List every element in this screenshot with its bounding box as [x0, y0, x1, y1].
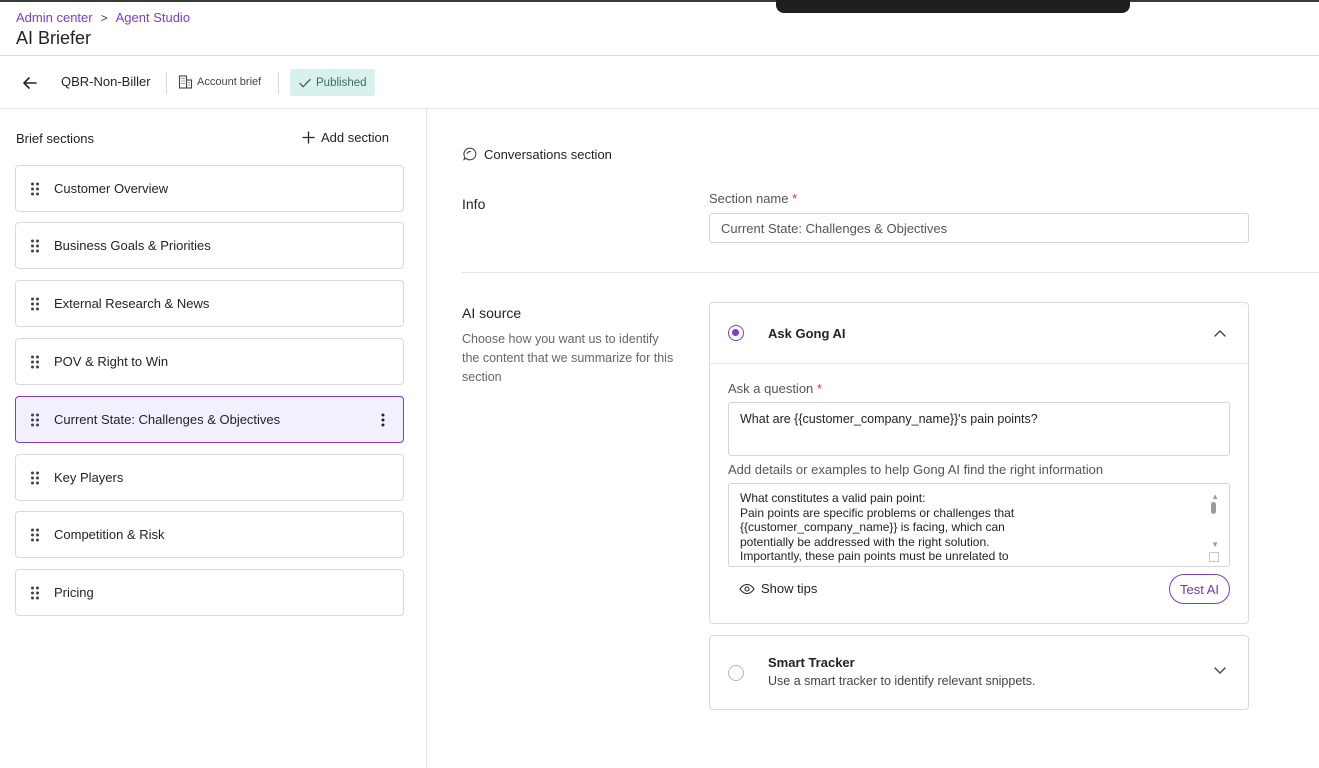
divider [462, 272, 1319, 273]
smart-tracker-description: Use a smart tracker to identify relevant… [768, 674, 1036, 688]
section-name-input[interactable] [709, 213, 1249, 243]
section-item-current-state[interactable]: Current State: Challenges & Objectives [15, 396, 404, 443]
ai-source-description: Choose how you want us to identify the c… [462, 332, 674, 384]
status-badge-label: Published [316, 76, 367, 89]
section-type-label: Conversations section [484, 146, 612, 162]
scroll-thumb[interactable] [1211, 502, 1216, 514]
divider [166, 72, 167, 94]
breadcrumb: Admin center > Agent Studio [16, 10, 190, 25]
ai-source-heading: AI source [462, 305, 522, 321]
drag-handle-icon[interactable] [16, 470, 54, 486]
ask-gong-ai-radio[interactable] [728, 325, 744, 341]
required-mark: * [792, 191, 798, 206]
section-item-customer-overview[interactable]: Customer Overview [15, 165, 404, 212]
ask-question-label: Ask a question * [728, 381, 822, 396]
resize-handle-icon[interactable] [1209, 552, 1219, 562]
section-label: Current State: Challenges & Objectives [54, 412, 281, 427]
section-label: Key Players [54, 470, 124, 485]
section-name-label: Section name * [709, 191, 797, 206]
question-input[interactable]: What are {{customer_company_name}}'s pai… [728, 402, 1230, 456]
arrow-left-icon [23, 77, 37, 89]
divider [278, 72, 279, 94]
section-label: Customer Overview [54, 181, 169, 196]
scroll-down-icon[interactable]: ▼ [1211, 540, 1219, 549]
sidebar-title: Brief sections [16, 131, 95, 146]
required-mark: * [816, 381, 822, 396]
page-header: Admin center > Agent Studio AI Briefer [0, 2, 1319, 56]
section-item-pov[interactable]: POV & Right to Win [15, 338, 404, 385]
smart-tracker-title: Smart Tracker [768, 655, 855, 670]
section-item-competition[interactable]: Competition & Risk [15, 511, 404, 558]
section-name-label-text: Section name [709, 191, 789, 206]
section-editor: Conversations section Info Section name … [427, 109, 1319, 768]
chevron-down-icon[interactable] [1214, 667, 1226, 675]
section-label: POV & Right to Win [54, 354, 169, 369]
brief-type-label: Account brief [197, 75, 262, 88]
drag-handle-icon[interactable] [16, 412, 54, 428]
info-heading: Info [462, 196, 486, 212]
section-item-pricing[interactable]: Pricing [15, 569, 404, 616]
ask-gong-ai-header[interactable]: Ask Gong AI [710, 303, 1248, 364]
section-item-business-goals[interactable]: Business Goals & Priorities [15, 222, 404, 269]
section-type-header: Conversations section [462, 146, 612, 162]
breadcrumb-admin-center[interactable]: Admin center [16, 10, 93, 25]
details-text: What constitutes a valid pain point: Pai… [740, 491, 1015, 563]
show-tips-label: Show tips [761, 581, 818, 596]
back-button[interactable] [18, 71, 42, 95]
breadcrumb-agent-studio[interactable]: Agent Studio [116, 10, 190, 25]
scroll-up-icon[interactable]: ▲ [1211, 492, 1219, 501]
smart-tracker-radio[interactable] [728, 665, 744, 681]
breadcrumb-separator: > [100, 10, 108, 25]
eye-icon [739, 583, 755, 594]
add-section-label: Add section [321, 130, 389, 145]
section-item-external-research[interactable]: External Research & News [15, 280, 404, 327]
drag-handle-icon[interactable] [16, 527, 54, 543]
ask-gong-ai-title: Ask Gong AI [768, 325, 846, 341]
kebab-icon[interactable] [363, 413, 403, 427]
show-tips-button[interactable]: Show tips [739, 581, 817, 596]
ask-gong-ai-card: Ask Gong AI Ask a question * What are {{… [709, 302, 1249, 624]
add-section-button[interactable]: Add section [302, 130, 389, 145]
plus-icon [302, 131, 315, 144]
brief-type: Account brief [178, 74, 261, 89]
details-label: Add details or examples to help Gong AI … [728, 462, 1104, 477]
section-label: External Research & News [54, 296, 210, 311]
section-label: Business Goals & Priorities [54, 238, 211, 253]
drag-handle-icon[interactable] [16, 181, 54, 197]
conversation-icon [463, 147, 477, 161]
page-title: AI Briefer [16, 28, 92, 48]
drag-handle-icon[interactable] [16, 585, 54, 601]
section-label: Competition & Risk [54, 527, 165, 542]
status-badge: Published [290, 69, 375, 96]
sections-sidebar: Brief sections Add section Customer Over… [0, 109, 427, 768]
drag-handle-icon[interactable] [16, 238, 54, 254]
ask-question-label-text: Ask a question [728, 381, 814, 396]
check-icon [299, 78, 311, 87]
details-textarea[interactable]: What constitutes a valid pain point: Pai… [728, 483, 1230, 567]
chevron-up-icon[interactable] [1214, 329, 1226, 337]
drag-handle-icon[interactable] [16, 354, 54, 370]
brief-name: QBR-Non-Biller [61, 74, 151, 89]
brief-toolbar: QBR-Non-Biller Account brief Published [0, 56, 1319, 109]
drag-handle-icon[interactable] [16, 296, 54, 312]
building-icon [178, 75, 193, 89]
section-label: Pricing [54, 585, 94, 600]
section-item-key-players[interactable]: Key Players [15, 454, 404, 501]
smart-tracker-card[interactable]: Smart Tracker Use a smart tracker to ide… [709, 635, 1249, 710]
test-ai-button[interactable]: Test AI [1168, 574, 1230, 604]
